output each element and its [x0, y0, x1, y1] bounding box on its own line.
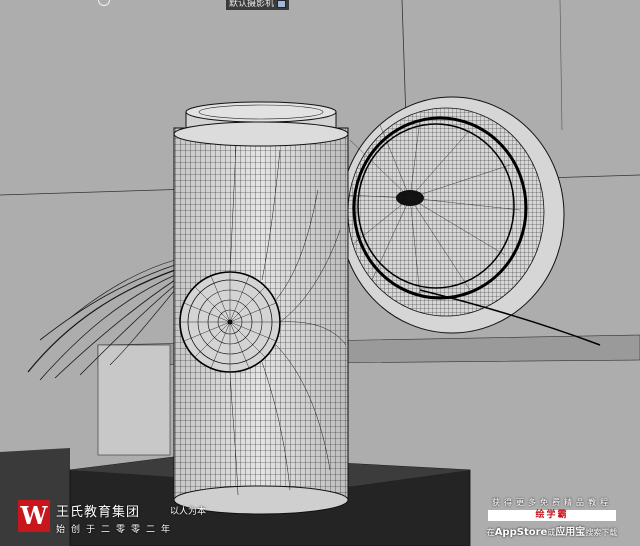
cylinder-can-wireframe	[173, 101, 349, 515]
promo-text-post: 搜索下载	[585, 528, 618, 537]
promo-headline: 获得更多免费精品教程	[492, 498, 612, 507]
promo-store-yingyongbao: 应用宝	[555, 527, 586, 538]
promo-download-text: 在AppStore或应用宝搜索下载	[472, 523, 632, 538]
watermark-brand: W 王氏教育集团 以人为本 始创于二零零二年	[18, 500, 238, 538]
founded-text: 始创于二零零二年	[56, 525, 177, 535]
company-slogan: 以人为本	[170, 507, 207, 517]
promo-text-pre: 在	[486, 528, 495, 537]
company-name: 王氏教育集团	[56, 505, 141, 520]
camera-label-text: 默认摄影机	[229, 0, 275, 9]
camera-icon	[277, 0, 287, 8]
promo-watermark: 获得更多免费精品教程 绘学霸 在AppStore或应用宝搜索下载	[472, 497, 632, 539]
brand-logo-icon: W	[18, 500, 50, 532]
promo-store-appstore: AppStore	[494, 527, 548, 538]
back-shelf-side	[97, 344, 171, 456]
wireframe-scene[interactable]	[0, 0, 640, 546]
promo-app-badge: 绘学霸	[488, 510, 616, 521]
viewport-camera-label[interactable]: 默认摄影机	[226, 0, 290, 10]
3d-viewport[interactable]: 默认摄影机 W 王氏教育集团 以人为本 始创于二零零二年 获得更多免费精品教程 …	[0, 0, 640, 546]
